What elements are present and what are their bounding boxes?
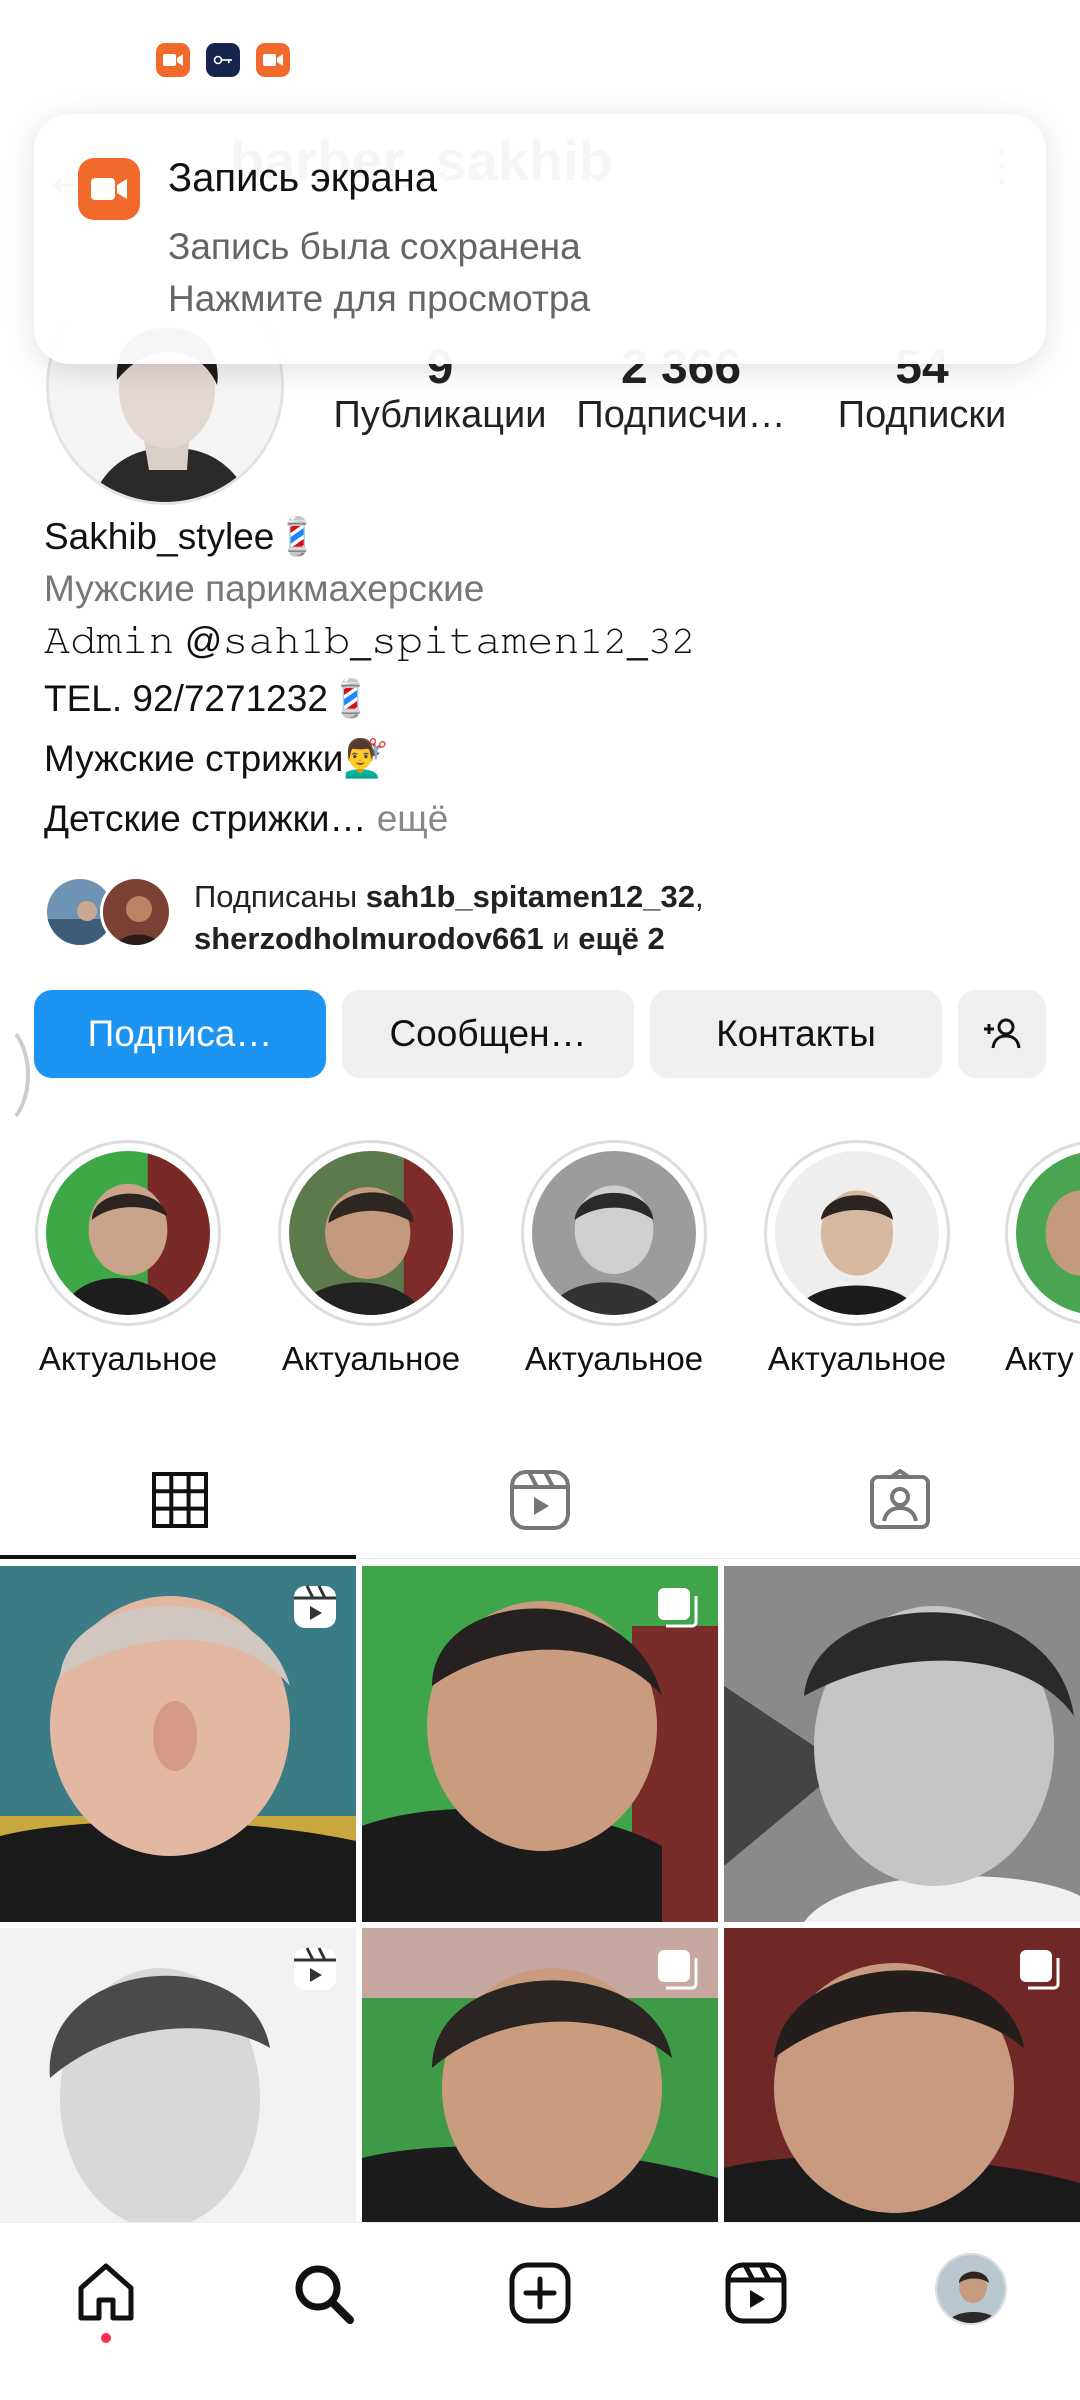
nav-search[interactable]	[283, 2253, 363, 2333]
post-thumbnail[interactable]	[362, 1928, 718, 2222]
active-tab-indicator	[0, 1555, 356, 1559]
profile-tabs	[0, 1440, 1080, 1560]
screen-recording-toast[interactable]: Запись экрана Запись была сохранена Нажм…	[34, 114, 1046, 364]
home-icon	[78, 2263, 134, 2321]
grid-icon	[152, 1472, 208, 1528]
highlight-label: Акту	[1005, 1340, 1074, 1377]
screen-record-icon	[78, 158, 140, 220]
add-person-icon	[984, 1018, 1021, 1049]
profile-name: Sakhib_stylee💈	[44, 516, 321, 557]
add-person-button[interactable]	[958, 990, 1046, 1078]
message-button[interactable]: Сообщен…	[342, 990, 634, 1078]
tab-posts-grid[interactable]	[0, 1440, 360, 1560]
instagram-profile-screen: ← barber_sakhib ⋮ 9 Публикации 2 366 Под…	[0, 0, 1080, 2400]
vpn-key-icon	[206, 43, 240, 77]
bio-service-line: Мужские стрижки💇‍♂️	[44, 738, 390, 779]
highlight-label: Актуальное	[38, 1340, 218, 1377]
highlight-label: Актуальное	[767, 1340, 947, 1377]
tab-reels[interactable]	[360, 1440, 720, 1560]
bio-admin-line[interactable]: 𝙰𝚍𝚖𝚒𝚗 @𝚜𝚊𝚑𝟷𝚋_𝚜𝚙𝚒𝚝𝚊𝚖𝚎𝚗𝟷𝟸_𝟹𝟸	[44, 620, 695, 663]
follow-button[interactable]: Подписа…	[34, 990, 326, 1078]
bio-last-line: Детские стрижки… ещё	[44, 798, 448, 840]
highlight-label: Актуальное	[281, 1340, 461, 1377]
bio-more-link[interactable]: ещё	[366, 798, 449, 839]
carousel-badge-icon	[658, 1588, 698, 1628]
nav-profile-avatar[interactable]	[935, 2253, 1007, 2325]
edge-gesture-indicator	[0, 1020, 30, 1130]
screen-record-icon	[256, 43, 290, 77]
followed-by-text: Подписаны sah1b_spitamen12_32, sherzodho…	[194, 879, 704, 956]
profile-category: Мужские парикмахерские	[44, 568, 485, 609]
post-thumbnail[interactable]	[724, 1928, 1080, 2222]
nav-reels[interactable]	[716, 2253, 796, 2333]
post-thumbnail[interactable]	[362, 1566, 718, 1922]
tab-tagged[interactable]	[720, 1440, 1080, 1560]
search-icon	[295, 2265, 354, 2324]
bio-truncated-text: Детские стрижки…	[44, 798, 367, 839]
notification-dot	[101, 2333, 111, 2343]
create-icon	[509, 2262, 571, 2324]
nav-home[interactable]	[66, 2253, 146, 2333]
post-thumbnail[interactable]	[724, 1566, 1080, 1922]
reels-icon	[725, 2262, 787, 2324]
bottom-navigation	[0, 2222, 1080, 2400]
bio-phone-line: TEL. 92/7271232💈	[44, 678, 374, 719]
toast-message: Запись была сохранена	[168, 226, 581, 267]
reels-icon	[510, 1470, 570, 1530]
followers-label: Подписчи…	[576, 394, 786, 436]
following-label: Подписки	[837, 394, 1007, 436]
story-highlight[interactable]: Актуальное	[276, 1140, 466, 1378]
toast-title: Запись экрана	[168, 156, 438, 200]
post-thumbnail[interactable]	[0, 1928, 356, 2222]
story-highlight[interactable]: Акту	[1005, 1140, 1080, 1378]
reel-badge-icon	[294, 1947, 336, 1990]
tagged-icon	[870, 1469, 930, 1529]
carousel-badge-icon	[658, 1950, 698, 1990]
reel-badge-icon	[294, 1585, 336, 1628]
nav-create[interactable]	[500, 2253, 580, 2333]
story-highlight[interactable]: Актуальное	[519, 1140, 709, 1378]
status-bar	[0, 0, 1080, 110]
toast-action-hint: Нажмите для просмотра	[168, 278, 591, 319]
post-thumbnail[interactable]	[0, 1566, 356, 1922]
screen-record-icon	[156, 43, 190, 77]
follower-avatar	[100, 876, 172, 948]
posts-label: Публикации	[333, 394, 547, 436]
carousel-badge-icon	[1020, 1950, 1060, 1990]
story-highlight[interactable]: Актуальное	[762, 1140, 952, 1378]
followed-by-row[interactable]: Подписаны sah1b_spitamen12_32, sherzodho…	[44, 876, 1044, 956]
contacts-button[interactable]: Контакты	[650, 990, 942, 1078]
highlight-label: Актуальное	[524, 1340, 704, 1377]
story-highlight[interactable]: Актуальное	[33, 1140, 223, 1378]
